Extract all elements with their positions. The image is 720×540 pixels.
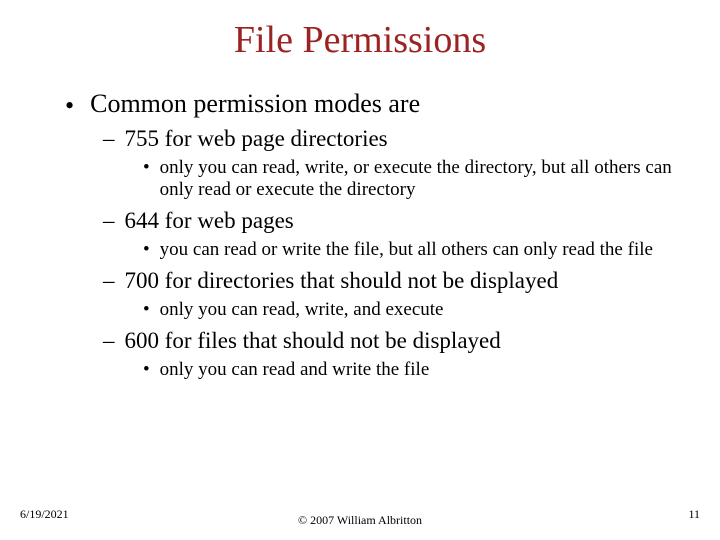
footer-page-number: 11: [688, 507, 700, 522]
bullet-text: 644 for web pages: [125, 209, 294, 233]
bullet-level2: – 600 for files that should not be displ…: [103, 329, 680, 353]
bullet-level2: – 644 for web pages: [103, 209, 680, 233]
footer-date: 6/19/2021: [20, 507, 69, 522]
bullet-level3: • you can read or write the file, but al…: [143, 239, 680, 261]
bullet-level3: • only you can read, write, or execute t…: [143, 157, 680, 201]
bullet-text: only you can read and write the file: [160, 359, 430, 381]
footer-copyright: © 2007 William Albritton: [20, 513, 700, 528]
bullet-text: you can read or write the file, but all …: [160, 239, 653, 261]
bullet-level1: • Common permission modes are: [65, 90, 680, 119]
dash-icon: –: [103, 127, 115, 151]
bullet-text: 700 for directories that should not be d…: [125, 269, 559, 293]
bullet-level3: • only you can read and write the file: [143, 359, 680, 381]
bullet-text: Common permission modes are: [90, 90, 420, 117]
bullet-text: 755 for web page directories: [125, 127, 388, 151]
slide: File Permissions • Common permission mod…: [0, 0, 720, 540]
slide-title: File Permissions: [0, 0, 720, 72]
bullet-text: only you can read, write, or execute the…: [160, 157, 680, 201]
bullet-level3: • only you can read, write, and execute: [143, 299, 680, 321]
bullet-icon: •: [65, 93, 74, 119]
bullet-level2: – 755 for web page directories: [103, 127, 680, 151]
bullet-icon: •: [143, 240, 150, 261]
bullet-text: 600 for files that should not be display…: [125, 329, 501, 353]
slide-content: • Common permission modes are – 755 for …: [0, 90, 720, 381]
bullet-icon: •: [143, 360, 150, 381]
slide-footer: 6/19/2021 © 2007 William Albritton 11: [0, 513, 720, 528]
dash-icon: –: [103, 329, 115, 353]
bullet-text: only you can read, write, and execute: [160, 299, 444, 321]
bullet-icon: •: [143, 158, 150, 179]
bullet-icon: •: [143, 300, 150, 321]
dash-icon: –: [103, 269, 115, 293]
dash-icon: –: [103, 209, 115, 233]
bullet-level2: – 700 for directories that should not be…: [103, 269, 680, 293]
